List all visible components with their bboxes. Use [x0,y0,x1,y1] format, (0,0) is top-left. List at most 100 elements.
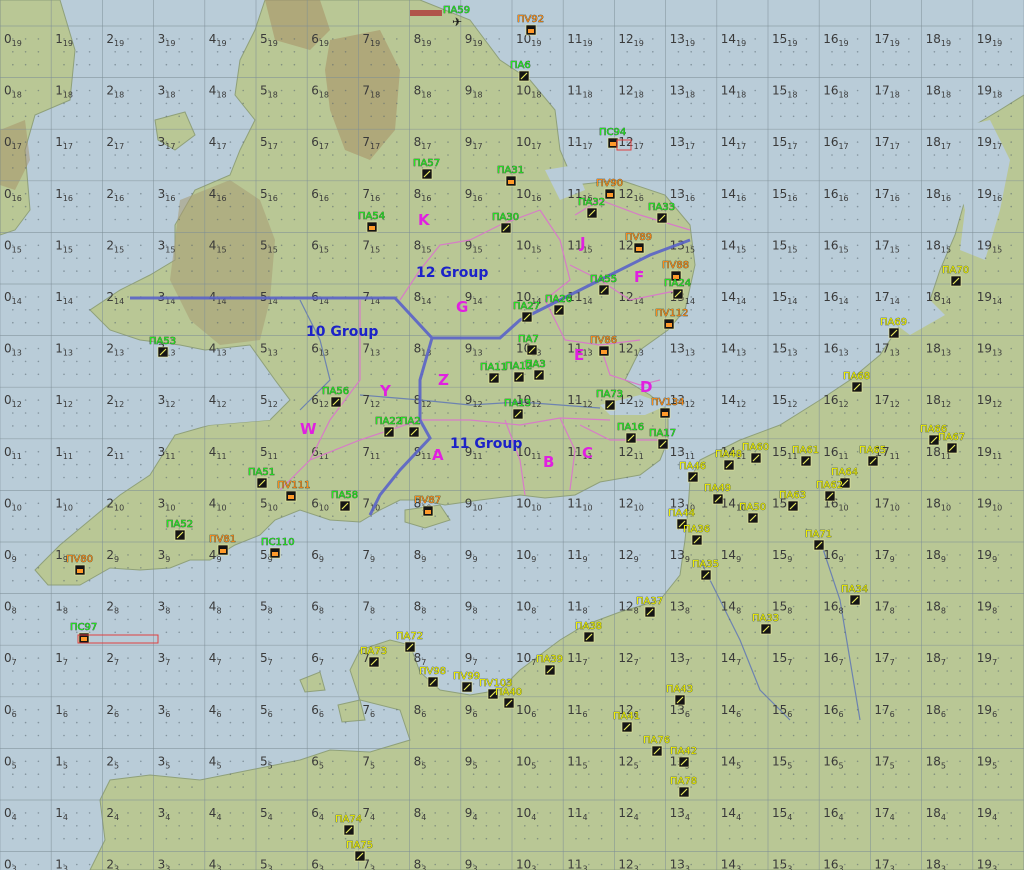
grid-dot [293,425,296,427]
grid-row-label: 8 [634,607,639,616]
grid-dot [856,760,859,763]
grid-row-label: 19 [12,39,22,48]
grid-col-label: 18 [926,806,941,820]
grid-dot [754,347,756,350]
grid-dot [549,579,552,582]
grid-row-label: 15 [421,245,431,254]
grid-dot [344,463,347,466]
grid-dot [792,360,795,363]
grid-dot [447,579,449,582]
grid-dot [293,450,296,453]
grid-dot [24,347,27,350]
grid-dot [280,450,283,453]
grid-dot [741,605,744,608]
grid-dot [447,257,449,260]
grid-row-label: 6 [890,710,895,719]
grid-row-label: 10 [268,503,278,512]
grid-dot [178,192,180,195]
grid-dot [12,773,14,775]
grid-dot [447,812,449,814]
grid-col-label: 15 [772,238,787,252]
grid-dot [165,631,168,634]
grid-dot [652,425,654,427]
grid-dot [844,708,846,711]
grid-col-label: 10 [516,84,531,98]
grid-dot [140,670,142,672]
grid-dot [191,825,193,827]
map-canvas[interactable]: 0190180170160150140130120110100908070605… [0,0,1024,870]
grid-dot [421,412,424,414]
grid-dot [344,618,347,621]
grid-dot [805,476,808,479]
grid-dot [485,296,488,298]
grid-dot [844,51,846,53]
grid-dot [485,167,488,169]
grid-dot [191,141,193,143]
tactical-map[interactable]: 019 018 017 016 015 014 013 012 011 010 09 08 07 06 05… [0,0,1024,870]
grid-dot [882,579,884,582]
grid-dot [127,450,129,453]
grid-col-label: 5 [260,858,268,870]
grid-dot [600,773,603,775]
grid-dot [229,683,232,685]
grid-col-label: 17 [874,600,889,614]
grid-dot [434,863,437,866]
grid-col-label: 7 [362,600,370,614]
grid-col-label: 9 [465,342,473,356]
grid-dot [703,270,705,272]
grid-dot [1010,309,1012,311]
grid-col-label: 0 [4,703,12,717]
grid-dot [88,192,91,195]
grid-dot [229,360,232,363]
grid-dot [293,309,296,311]
grid-dot [76,463,78,466]
grid-col-label: 4 [209,858,217,870]
grid-dot [908,399,910,401]
grid-col-label: 7 [362,393,370,407]
grid-dot [293,38,296,40]
grid-dot [472,721,475,724]
grid-col-label: 2 [106,496,114,510]
grid-dot [447,463,449,466]
grid-row-label: 6 [319,710,324,719]
grid-dot [114,309,116,311]
grid-dot [588,360,590,363]
grid-dot [447,618,449,621]
grid-dot [831,412,833,414]
grid-dot [216,825,219,827]
grid-dot [959,837,961,840]
grid-dot [690,812,692,814]
grid-dot [319,825,321,827]
grid-dot [959,38,961,40]
grid-dot [383,837,385,840]
grid-dot [88,399,91,401]
grid-dot [792,321,795,324]
grid-dot [690,360,692,363]
grid-dot [140,825,142,827]
grid-dot [268,218,270,221]
grid-dot [88,463,91,466]
grid-dot [498,760,501,763]
grid-dot [959,567,961,569]
grid-dot [165,63,168,66]
grid-dot [959,463,961,466]
grid-dot [895,425,897,427]
grid-dot [933,167,936,169]
grid-dot [229,399,232,401]
grid-dot [332,38,334,40]
grid-dot [984,167,987,169]
grid-col-label: 11 [567,32,582,46]
grid-dot [895,51,897,53]
grid-dot [76,270,78,272]
grid-dot [831,167,833,169]
grid-dot [344,89,347,92]
grid-dot [447,721,449,724]
grid-dot [690,554,692,556]
grid-col-label: 17 [874,238,889,252]
grid-dot [229,141,232,143]
grid-dot [997,321,1000,324]
grid-dot [485,605,488,608]
grid-dot [280,734,283,737]
grid-dot [280,321,283,324]
grid-dot [908,63,910,66]
